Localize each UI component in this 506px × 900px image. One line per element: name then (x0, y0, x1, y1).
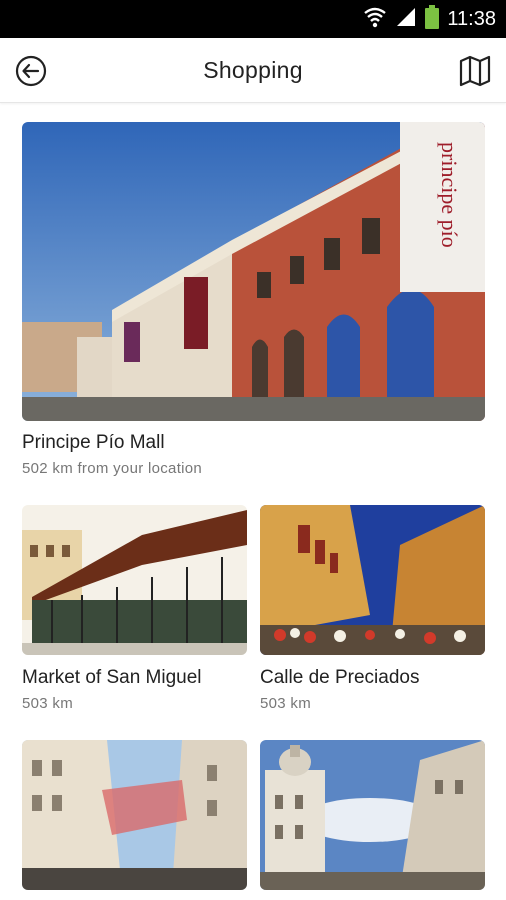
featured-place-card[interactable]: principe pío Principe Pío Mall 502 km fr… (0, 0, 506, 490)
place-image (22, 740, 247, 890)
featured-place-image: principe pío (22, 122, 485, 421)
place-card[interactable] (22, 740, 247, 890)
featured-place-distance: 502 km from your location (22, 460, 203, 477)
place-name: Market of San Miguel (22, 667, 202, 688)
place-card[interactable] (260, 740, 485, 890)
place-distance: 503 km (22, 695, 73, 712)
place-distance: 503 km (260, 695, 311, 712)
place-image (260, 505, 485, 655)
place-card[interactable]: Market of San Miguel 503 km (22, 505, 247, 715)
featured-place-name: Principe Pío Mall (22, 432, 165, 453)
place-name: Calle de Preciados (260, 667, 420, 688)
featured-sign-text: principe pío (437, 142, 462, 248)
place-image (22, 505, 247, 655)
place-card[interactable]: Calle de Preciados 503 km (260, 505, 485, 715)
place-image (260, 740, 485, 890)
